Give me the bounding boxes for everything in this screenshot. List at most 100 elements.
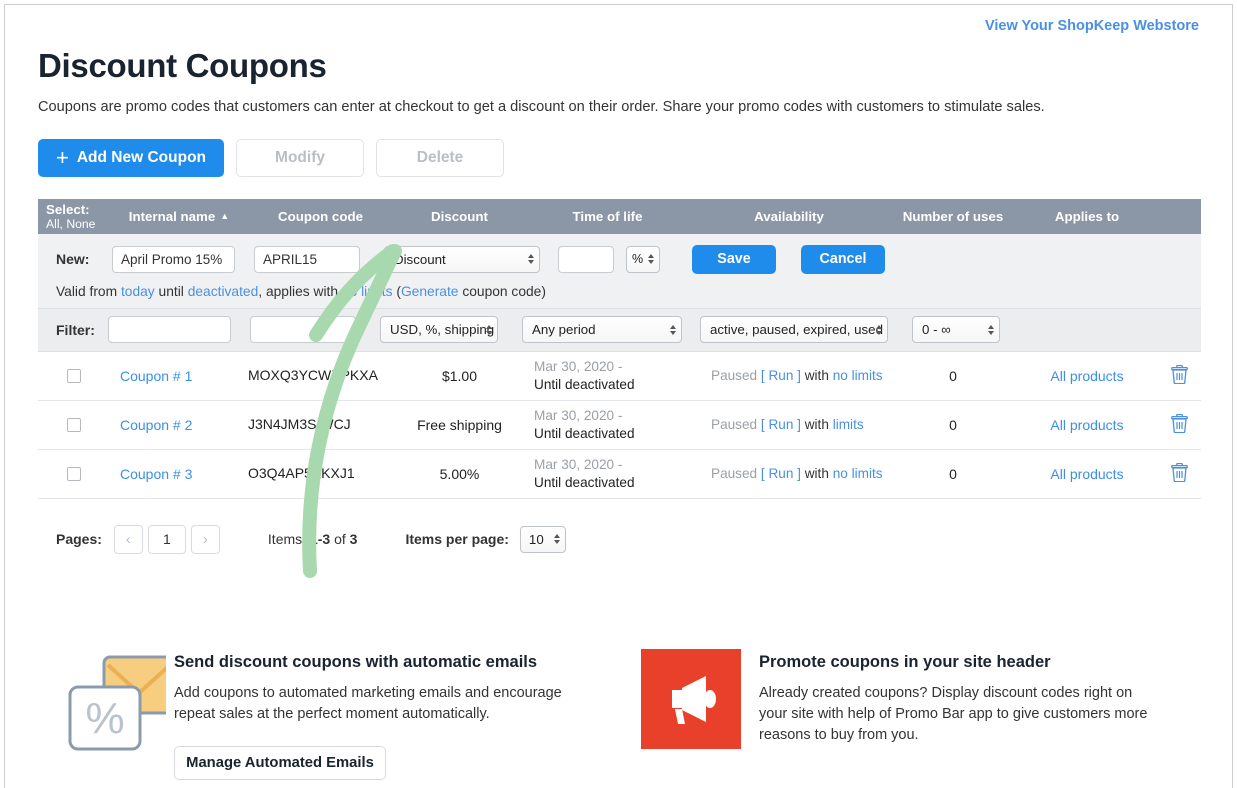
row-status-badge: Paused <box>711 466 758 482</box>
new-discount-type-select[interactable]: Discount <box>384 245 540 273</box>
row-select-cell <box>38 417 110 432</box>
manage-automated-emails-button[interactable]: Manage Automated Emails <box>174 745 386 780</box>
filter-period-select[interactable]: Any period <box>522 316 682 344</box>
row-applies-to-link[interactable]: All products <box>1017 417 1157 433</box>
row-number-of-uses: 0 <box>949 367 957 384</box>
table-header-row: Select: All, None Internal name ▲ Coupon … <box>38 198 1201 234</box>
page-description: Coupons are promo codes that customers c… <box>38 99 1045 115</box>
page-frame: View Your ShopKeep Webstore Discount Cou… <box>4 4 1233 788</box>
view-webstore-link[interactable]: View Your ShopKeep Webstore <box>985 18 1199 34</box>
row-checkbox[interactable] <box>67 368 81 383</box>
items-total: 3 <box>349 531 358 548</box>
header-coupon-code[interactable]: Coupon code <box>248 209 393 224</box>
row-discount: Free shipping <box>417 416 502 433</box>
filter-discount-select[interactable]: USD, %, shipping <box>380 316 498 344</box>
next-page-button[interactable]: › <box>190 524 220 554</box>
valid-from-link[interactable]: today <box>121 284 155 299</box>
row-availability: Paused [ Run ] with no limits <box>689 466 889 481</box>
new-discount-amount-input[interactable] <box>558 245 614 273</box>
row-limits-link[interactable]: no limits <box>833 466 883 481</box>
generate-tail: coupon code) <box>462 283 546 299</box>
items-label: Items: <box>267 531 307 548</box>
row-applies-to-link[interactable]: All products <box>1017 466 1157 482</box>
new-internal-name-input[interactable]: April Promo 15% <box>112 245 235 273</box>
new-coupon-code-input[interactable]: APRIL15 <box>254 245 360 273</box>
row-life-until: Until deactivated <box>534 425 635 441</box>
generate-code-link[interactable]: Generate <box>401 284 459 299</box>
header-applies-to[interactable]: Applies to <box>1017 209 1157 224</box>
save-button[interactable]: Save <box>692 244 776 274</box>
sort-ascending-icon: ▲ <box>220 210 230 221</box>
percent-envelope-icon: % <box>56 649 176 780</box>
items-per-page: Items per page: 10 <box>405 525 566 553</box>
header-number-of-uses[interactable]: Number of uses <box>889 209 1017 224</box>
main-content: Discount Coupons Coupons are promo codes… <box>5 47 1232 780</box>
table-row[interactable]: Coupon # 2 J3N4JM3SIWCJ Free shipping Mar 3… <box>38 401 1201 450</box>
row-internal-name-link[interactable]: Coupon # 3 <box>110 466 248 482</box>
row-run-link[interactable]: [ Run ] <box>761 417 801 432</box>
table-row[interactable]: Coupon # 1 MOXQ3YCWXPKXA $1.00 Mar 30, 2020… <box>38 352 1201 401</box>
header-availability[interactable]: Availability <box>689 209 889 224</box>
stepper-arrows-icon <box>486 324 492 335</box>
row-limits-link[interactable]: no limits <box>833 368 883 383</box>
table-row[interactable]: Coupon # 3 O3Q4AP5KKXJ1 5.00% Mar 30, 2020 … <box>38 450 1201 499</box>
select-none-link[interactable]: None <box>66 217 95 231</box>
promo-title: Send discount coupons with automatic ema… <box>174 652 538 671</box>
promo-text: Already created coupons? Display discoun… <box>759 684 1148 743</box>
row-internal-name-link[interactable]: Coupon # 1 <box>110 368 248 384</box>
delete-button[interactable]: Delete <box>376 138 505 177</box>
stepper-arrows-icon <box>988 324 994 335</box>
row-internal-name-link[interactable]: Coupon # 2 <box>110 417 248 433</box>
row-delete-cell <box>1157 462 1201 485</box>
row-run-link[interactable]: [ Run ] <box>761 466 801 481</box>
row-coupon-code: MOXQ3YCWXPKXA <box>248 366 378 383</box>
row-select-cell <box>38 368 110 383</box>
action-toolbar: + Add New Coupon Modify Delete <box>38 138 1199 177</box>
row-run-link[interactable]: [ Run ] <box>761 368 801 383</box>
header-internal-name-label: Internal name <box>128 208 216 224</box>
row-checkbox[interactable] <box>67 466 81 481</box>
prev-page-button[interactable]: ‹ <box>113 524 143 554</box>
row-life-from: Mar 30, 2020 <box>534 457 615 473</box>
filter-uses-select[interactable]: 0 - ∞ <box>912 316 1000 344</box>
row-life-dash: - <box>617 408 623 424</box>
megaphone-icon-wrap <box>641 648 759 780</box>
add-new-coupon-button[interactable]: + Add New Coupon <box>38 138 225 177</box>
new-discount-type-value: Discount <box>394 251 446 267</box>
row-limits-link[interactable]: limits <box>833 417 864 432</box>
filter-availability-select[interactable]: active, paused, expired, used <box>700 316 888 344</box>
valid-limits-link[interactable]: no limits <box>342 284 393 299</box>
row-life-from: Mar 30, 2020 <box>534 359 615 375</box>
row-number-of-uses: 0 <box>949 465 957 482</box>
top-bar: View Your ShopKeep Webstore <box>5 5 1232 39</box>
items-per-page-select[interactable]: 10 <box>519 525 566 553</box>
valid-until-link[interactable]: deactivated <box>188 284 259 299</box>
row-life-dash: - <box>617 359 623 375</box>
new-discount-unit-value: % <box>632 252 644 267</box>
row-life-from: Mar 30, 2020 <box>534 408 615 424</box>
row-with-label: with <box>804 368 829 384</box>
trash-icon[interactable] <box>1170 364 1188 387</box>
modify-button[interactable]: Modify <box>236 138 365 177</box>
header-internal-name[interactable]: Internal name ▲ <box>110 209 248 224</box>
cancel-button[interactable]: Cancel <box>801 244 885 274</box>
page-title: Discount Coupons <box>38 47 327 84</box>
row-status-badge: Paused <box>711 417 758 433</box>
header-discount[interactable]: Discount <box>393 209 526 224</box>
filter-internal-name-input[interactable] <box>108 316 231 344</box>
items-info: Items: 1-3 of 3 <box>268 531 358 547</box>
stepper-arrows-icon <box>648 254 654 265</box>
page-number-input[interactable]: 1 <box>147 524 186 554</box>
row-applies-to-link[interactable]: All products <box>1017 368 1157 384</box>
trash-icon[interactable] <box>1170 462 1188 485</box>
row-checkbox[interactable] <box>67 417 81 432</box>
filter-coupon-code-input[interactable] <box>250 316 356 344</box>
filter-period-value: Any period <box>532 322 596 338</box>
trash-icon[interactable] <box>1170 413 1188 436</box>
new-discount-unit-select[interactable]: % <box>626 245 660 273</box>
pagination: Pages: ‹ 1 › Items: 1-3 of 3 Items per p… <box>38 524 1199 554</box>
header-time-of-life[interactable]: Time of life <box>526 209 689 224</box>
select-all-link[interactable]: All <box>46 217 60 231</box>
filter-discount-value: USD, %, shipping <box>390 322 495 338</box>
select-label: Select: <box>46 201 90 217</box>
